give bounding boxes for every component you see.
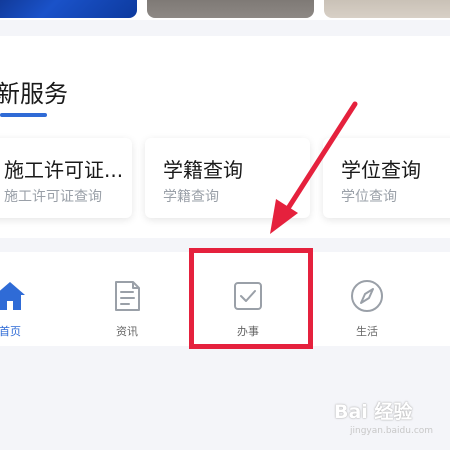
app-screen: 新服务 施工许可证... 施工许可证查询 学籍查询 学籍查询 学位查询 学位查询… bbox=[0, 0, 450, 450]
annotation-highlight-box bbox=[189, 248, 313, 349]
service-card-construction-permit[interactable]: 施工许可证... 施工许可证查询 bbox=[0, 138, 132, 218]
banner-image[interactable] bbox=[147, 0, 314, 18]
section-title: 新服务 bbox=[0, 80, 68, 108]
card-title: 学位查询 bbox=[341, 158, 421, 182]
new-services-section: 新服务 施工许可证... 施工许可证查询 学籍查询 学籍查询 学位查询 学位查询 bbox=[0, 36, 450, 238]
tab-news[interactable]: 资讯 bbox=[82, 252, 172, 346]
service-card-student-status[interactable]: 学籍查询 学籍查询 bbox=[145, 138, 310, 218]
tab-label: 生活 bbox=[356, 325, 378, 338]
card-title: 学籍查询 bbox=[163, 158, 243, 182]
tab-label: 资讯 bbox=[116, 325, 138, 338]
watermark-brand: Bai 经验 bbox=[334, 401, 413, 423]
section-title-underline bbox=[0, 113, 47, 117]
service-card-degree[interactable]: 学位查询 学位查询 bbox=[323, 138, 450, 218]
watermark-url: jingyan.baidu.com bbox=[350, 426, 434, 436]
home-icon bbox=[0, 282, 25, 310]
banner-image[interactable] bbox=[324, 0, 450, 18]
tab-life[interactable]: 生活 bbox=[322, 252, 412, 346]
card-subtitle: 施工许可证查询 bbox=[4, 189, 102, 205]
banner-image[interactable] bbox=[0, 0, 137, 18]
document-icon bbox=[115, 281, 140, 311]
banner-strip bbox=[0, 0, 450, 20]
tab-label: 首页 bbox=[0, 325, 21, 338]
card-title: 施工许可证... bbox=[4, 158, 124, 182]
card-subtitle: 学位查询 bbox=[341, 189, 397, 205]
card-subtitle: 学籍查询 bbox=[163, 189, 219, 205]
watermark: Bai 经验 jingyan.baidu.com bbox=[334, 393, 448, 443]
compass-icon bbox=[351, 280, 383, 312]
tab-home[interactable]: 首页 bbox=[0, 252, 55, 346]
